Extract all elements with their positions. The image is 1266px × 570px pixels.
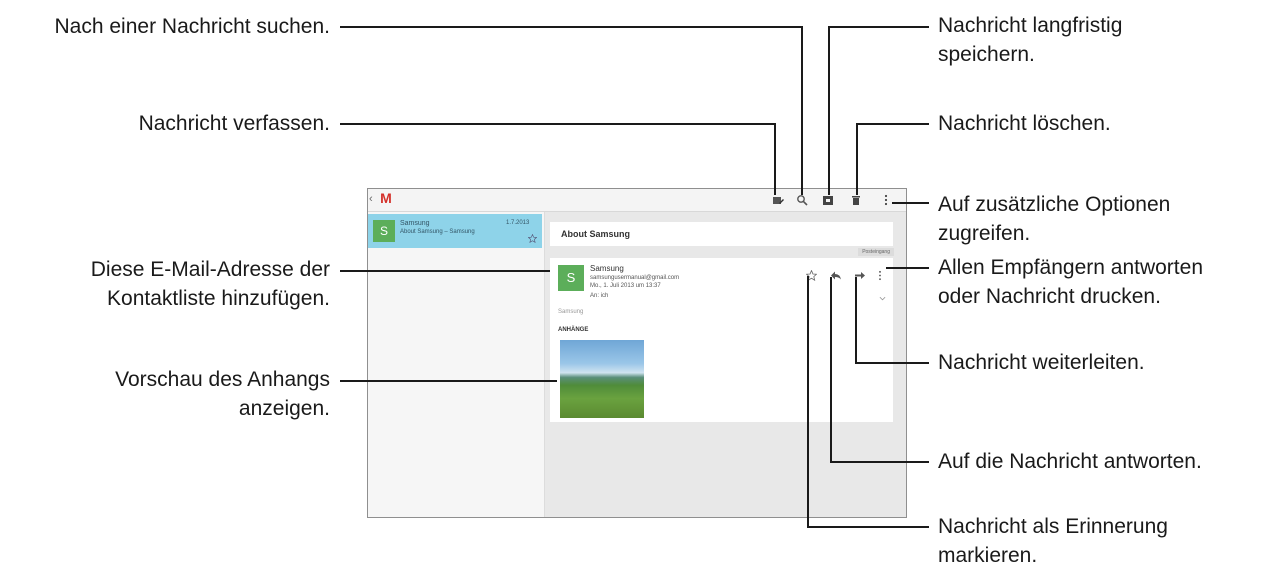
callout-reply-all-line1: Allen Empfängern antworten — [938, 256, 1203, 279]
callout-line-search — [340, 26, 803, 195]
callout-line-reply — [830, 277, 929, 463]
callout-search: Nach einer Nachricht suchen. — [54, 15, 330, 38]
callout-line-compose — [340, 123, 776, 195]
callout-more-line2: zugreifen. — [938, 222, 1031, 245]
callout-star-line1: Nachricht als Erinnerung — [938, 515, 1168, 538]
callout-star-line2: markieren. — [938, 544, 1038, 567]
callout-reply-all-line2: oder Nachricht drucken. — [938, 285, 1161, 308]
callout-line-star — [807, 276, 929, 528]
callout-delete: Nachricht löschen. — [938, 112, 1111, 135]
callout-add-contact-line2: Kontaktliste hinzufügen. — [107, 287, 330, 310]
callout-forward: Nachricht weiterleiten. — [938, 351, 1145, 374]
callout-line-archive — [828, 26, 929, 195]
callout-archive-line2: speichern. — [938, 43, 1035, 66]
callout-add-contact-line1: Diese E-Mail-Adresse der — [90, 258, 330, 281]
callout-reply: Auf die Nachricht antworten. — [938, 450, 1202, 473]
callout-preview-line2: anzeigen. — [238, 397, 330, 420]
callout-compose: Nachricht verfassen. — [138, 112, 330, 135]
callout-archive-line1: Nachricht langfristig — [938, 14, 1123, 37]
callout-line-forward — [855, 277, 929, 364]
callout-more-line1: Auf zusätzliche Optionen — [938, 193, 1171, 216]
callout-line-delete — [856, 123, 929, 195]
callout-preview-line1: Vorschau des Anhangs — [115, 368, 330, 391]
